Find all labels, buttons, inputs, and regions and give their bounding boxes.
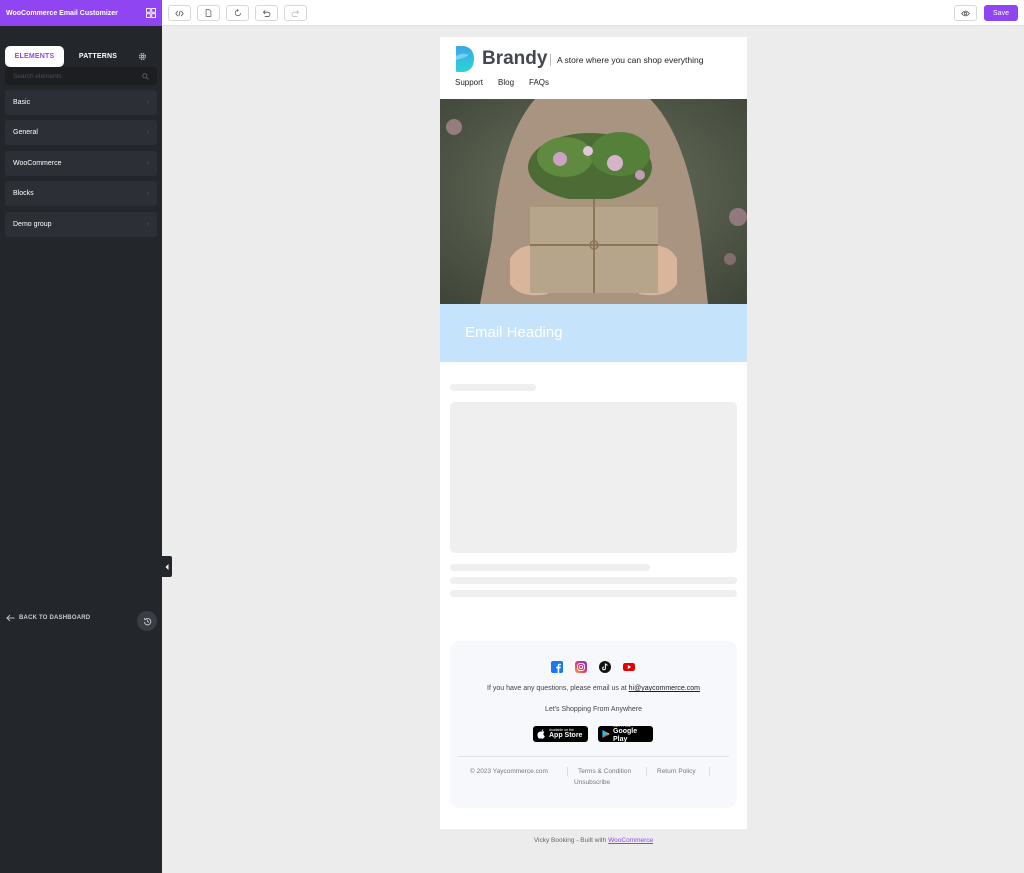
google-play-big-text: Google Play bbox=[613, 728, 638, 743]
search-icon bbox=[142, 72, 149, 80]
terms-link[interactable]: Terms & Condition bbox=[578, 768, 631, 775]
built-with-credit: Vicky Booking - Built with WooCommerce bbox=[440, 837, 747, 844]
category-label: Blocks bbox=[13, 190, 34, 197]
page-settings-button[interactable] bbox=[197, 5, 220, 21]
back-label: BACK TO DASHBOARD bbox=[19, 615, 91, 621]
category-demo-group[interactable]: Demo group › bbox=[5, 212, 157, 237]
hero-image bbox=[440, 99, 747, 304]
instagram-icon[interactable] bbox=[575, 661, 587, 673]
top-toolbar: Save bbox=[162, 0, 1024, 26]
back-to-dashboard-link[interactable]: BACK TO DASHBOARD bbox=[6, 614, 90, 622]
category-basic[interactable]: Basic › bbox=[5, 90, 157, 115]
youtube-icon[interactable] bbox=[623, 661, 635, 673]
sidebar: WooCommerce Email Customizer ELEMENTS PA… bbox=[0, 0, 162, 873]
search-placeholder: Search elements bbox=[13, 72, 62, 80]
category-label: Demo group bbox=[13, 221, 52, 228]
nav-link-support[interactable]: Support bbox=[455, 78, 483, 87]
built-with-text: Vicky Booking - Built with bbox=[533, 837, 607, 844]
skeleton-line bbox=[450, 564, 650, 571]
redo-icon bbox=[291, 9, 300, 17]
brand-logo-icon bbox=[456, 46, 474, 72]
undo-icon bbox=[262, 9, 271, 17]
skeleton-content-block bbox=[450, 402, 737, 553]
email-heading-block[interactable]: Email Heading bbox=[440, 304, 747, 362]
app-store-text: Available on the App Store bbox=[549, 728, 582, 740]
category-woocommerce[interactable]: WooCommerce › bbox=[5, 151, 157, 176]
contact-text: If you have any questions, please email … bbox=[487, 685, 627, 692]
code-icon bbox=[175, 10, 184, 16]
footer-contact-text: If you have any questions, please email … bbox=[450, 685, 737, 692]
save-button[interactable]: Save bbox=[984, 5, 1018, 21]
chevron-right-icon: › bbox=[146, 221, 149, 228]
category-label: General bbox=[13, 129, 38, 136]
gear-icon bbox=[138, 52, 146, 61]
apple-icon bbox=[537, 729, 545, 739]
preview-button[interactable] bbox=[954, 5, 977, 21]
brand-tagline: A store where you can shop everything bbox=[557, 55, 704, 65]
return-policy-link[interactable]: Return Policy bbox=[657, 768, 696, 775]
facebook-icon[interactable] bbox=[551, 661, 563, 673]
eye-icon bbox=[961, 10, 970, 16]
google-play-text: GET IT ON Google Play bbox=[613, 724, 649, 744]
collapse-sidebar-button[interactable] bbox=[162, 556, 172, 577]
tab-patterns[interactable]: PATTERNS bbox=[64, 46, 132, 67]
woocommerce-link[interactable]: WooCommerce bbox=[608, 837, 653, 844]
nav-link-blog[interactable]: Blog bbox=[498, 78, 514, 87]
reset-icon bbox=[234, 9, 241, 17]
app-store-badge[interactable]: Available on the App Store bbox=[533, 726, 588, 742]
chevron-right-icon: › bbox=[146, 160, 149, 167]
footer-shopping-text: Let's Shopping From Anywhere bbox=[544, 706, 643, 713]
category-blocks[interactable]: Blocks › bbox=[5, 181, 157, 206]
page-icon bbox=[205, 9, 212, 17]
skeleton-line bbox=[450, 590, 737, 597]
nav-link-faqs[interactable]: FAQs bbox=[529, 78, 549, 87]
contact-email-link[interactable]: hi@yaycommerce.com bbox=[629, 685, 700, 692]
search-elements-input[interactable]: Search elements bbox=[5, 67, 157, 85]
chevron-right-icon: › bbox=[146, 99, 149, 106]
category-label: WooCommerce bbox=[13, 160, 62, 167]
category-label: Basic bbox=[13, 99, 31, 106]
code-view-button[interactable] bbox=[168, 5, 191, 21]
tab-elements[interactable]: ELEMENTS bbox=[5, 46, 64, 67]
arrow-left-icon bbox=[6, 614, 15, 622]
app-title: WooCommerce Email Customizer bbox=[6, 9, 118, 17]
redo-button[interactable] bbox=[284, 5, 307, 21]
sidebar-header: WooCommerce Email Customizer bbox=[0, 0, 162, 26]
category-general[interactable]: General › bbox=[5, 120, 157, 145]
email-canvas: Brandy A store where you can shop everyt… bbox=[440, 37, 747, 829]
brand-name: Brandy bbox=[482, 48, 548, 69]
footer-divider bbox=[458, 756, 729, 757]
app-store-big-text: App Store bbox=[549, 732, 583, 739]
caret-left-icon bbox=[165, 563, 169, 570]
skeleton-line-title bbox=[450, 384, 536, 391]
google-play-badge[interactable]: GET IT ON Google Play bbox=[598, 724, 653, 744]
google-play-icon bbox=[602, 730, 610, 738]
copyright-text: © 2023 Yaycommerce.com bbox=[470, 768, 548, 775]
link-separator bbox=[567, 767, 568, 776]
email-heading: Email Heading bbox=[465, 324, 563, 341]
link-separator bbox=[709, 767, 710, 776]
link-separator bbox=[646, 767, 647, 776]
settings-button[interactable] bbox=[132, 52, 152, 61]
tiktok-icon[interactable] bbox=[599, 661, 611, 673]
email-footer: If you have any questions, please email … bbox=[450, 641, 737, 808]
history-icon bbox=[143, 617, 151, 625]
grid-menu-icon[interactable] bbox=[146, 8, 156, 18]
unsubscribe-link[interactable]: Unsubscribe bbox=[574, 779, 610, 786]
chevron-right-icon: › bbox=[146, 129, 149, 136]
skeleton-line bbox=[450, 577, 737, 584]
undo-button[interactable] bbox=[255, 5, 278, 21]
chevron-right-icon: › bbox=[146, 190, 149, 197]
brand-divider bbox=[550, 54, 551, 66]
reset-button[interactable] bbox=[226, 5, 249, 21]
history-button[interactable] bbox=[137, 611, 157, 631]
